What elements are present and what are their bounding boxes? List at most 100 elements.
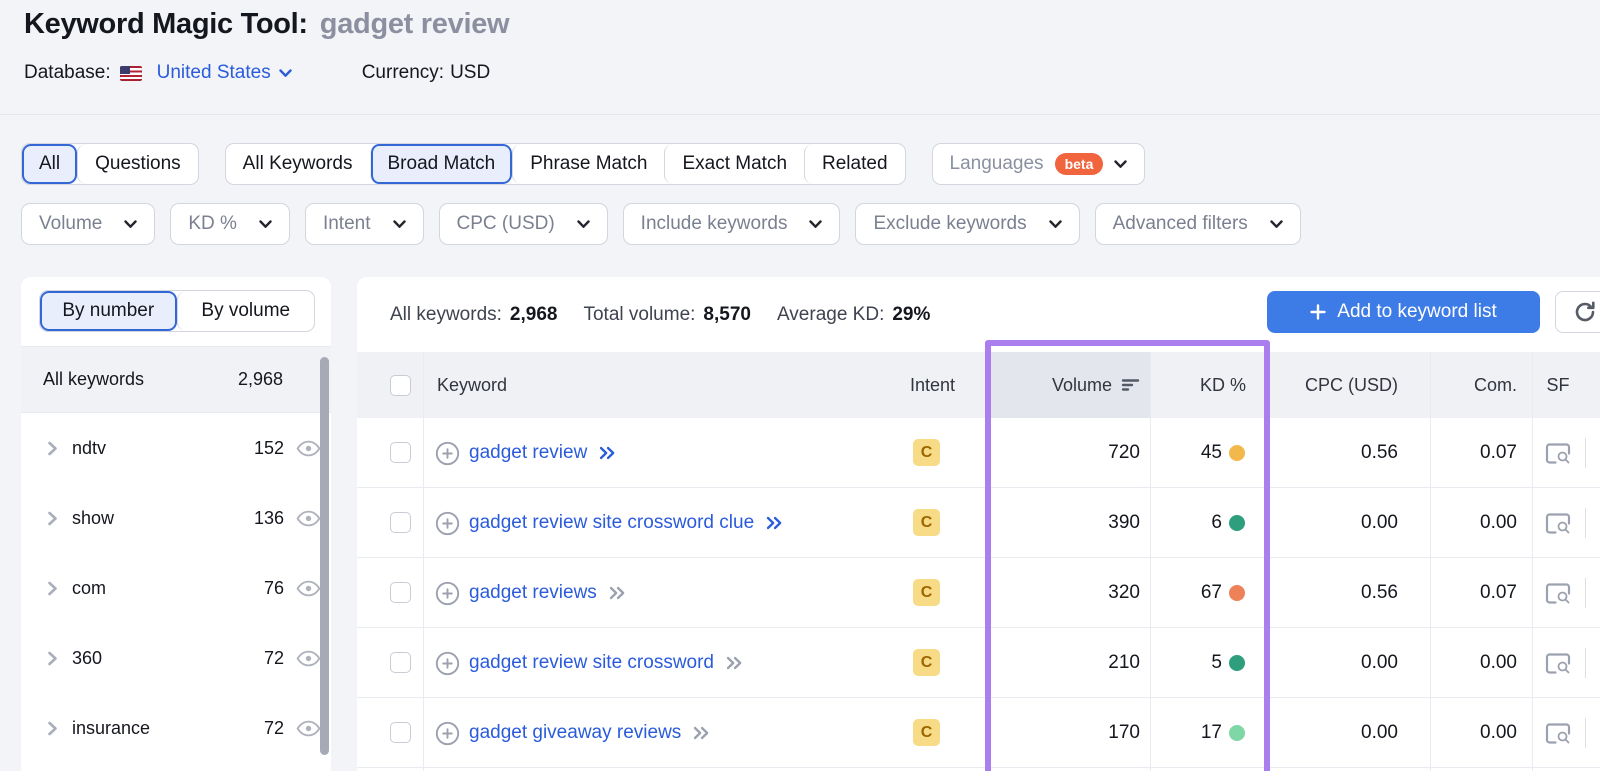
tab-exact-match[interactable]: Exact Match bbox=[664, 144, 804, 184]
add-keyword-icon[interactable] bbox=[435, 581, 460, 606]
column-header-sf[interactable]: SF bbox=[1537, 352, 1579, 418]
drilldown-arrows-icon[interactable] bbox=[766, 516, 783, 530]
keyword-link[interactable]: gadget reviews bbox=[469, 582, 597, 604]
stat-average-kd-label: Average KD: bbox=[776, 303, 885, 325]
filter-intent[interactable]: Intent bbox=[304, 203, 424, 245]
sidebar-group-ndtv[interactable]: ndtv 152 bbox=[21, 413, 331, 483]
filter-label: Exclude keywords bbox=[873, 213, 1027, 234]
tab-phrase-match[interactable]: Phrase Match bbox=[512, 144, 664, 184]
kd-value: 17 bbox=[1200, 722, 1222, 743]
sidebar-group-insurance[interactable]: insurance 72 bbox=[21, 693, 331, 763]
add-keyword-icon[interactable] bbox=[435, 441, 460, 466]
sidebar-scrollbar[interactable] bbox=[320, 357, 329, 755]
sidebar-group-show[interactable]: show 136 bbox=[21, 483, 331, 553]
row-checkbox[interactable] bbox=[390, 582, 411, 603]
filter-advanced-filters[interactable]: Advanced filters bbox=[1094, 203, 1301, 245]
eye-icon[interactable] bbox=[296, 720, 321, 737]
keywords-table-card: All keywords: 2,968 Total volume: 8,570 … bbox=[357, 277, 1600, 771]
database-selector[interactable]: United States bbox=[111, 62, 292, 84]
sidebar-toggle-by-volume[interactable]: By volume bbox=[176, 291, 315, 331]
sidebar-all-keywords-row[interactable]: All keywords 2,968 bbox=[21, 347, 331, 413]
com-value: 0.00 bbox=[1480, 512, 1517, 533]
serp-features-icon[interactable] bbox=[1545, 512, 1571, 535]
eye-icon[interactable] bbox=[296, 510, 321, 527]
table-body: gadget review C 720 45 0.56 0.07 gadget review… bbox=[357, 418, 1600, 768]
tab-related[interactable]: Related bbox=[804, 144, 905, 184]
sidebar-group-360[interactable]: 360 72 bbox=[21, 623, 331, 693]
keyword-link[interactable]: gadget giveaway reviews bbox=[469, 722, 681, 744]
sidebar-group-com[interactable]: com 76 bbox=[21, 553, 331, 623]
database-currency-row: Database: United States Currency: USD bbox=[24, 62, 490, 84]
group-name: show bbox=[72, 507, 115, 528]
eye-icon[interactable] bbox=[296, 650, 321, 667]
keyword-cell: gadget review bbox=[435, 418, 616, 488]
tab-all[interactable]: All bbox=[22, 144, 78, 184]
chevron-right-icon bbox=[47, 721, 58, 736]
group-count: 76 bbox=[263, 577, 284, 598]
drilldown-arrows-icon[interactable] bbox=[693, 726, 710, 740]
row-end-divider bbox=[1585, 508, 1586, 538]
column-header-kd[interactable]: KD % bbox=[1150, 352, 1246, 418]
tab-questions[interactable]: Questions bbox=[77, 144, 198, 184]
tab-broad-match[interactable]: Broad Match bbox=[369, 144, 513, 184]
filter-include-keywords[interactable]: Include keywords bbox=[622, 203, 841, 245]
keyword-cell: gadget review site crossword bbox=[435, 628, 743, 698]
drilldown-arrows-icon[interactable] bbox=[599, 446, 616, 460]
database-value: United States bbox=[156, 62, 271, 83]
column-header-volume[interactable]: Volume bbox=[990, 352, 1150, 418]
group-count: 152 bbox=[253, 437, 284, 458]
serp-features-icon[interactable] bbox=[1545, 722, 1571, 745]
keyword-link[interactable]: gadget review site crossword clue bbox=[469, 512, 754, 534]
add-keyword-icon[interactable] bbox=[435, 511, 460, 536]
select-all-checkbox[interactable] bbox=[390, 375, 411, 396]
tab-all-keywords[interactable]: All Keywords bbox=[226, 144, 370, 184]
keyword-cell: gadget giveaway reviews bbox=[435, 698, 710, 768]
page-title-query: gadget review bbox=[319, 8, 510, 40]
keyword-cell: gadget reviews bbox=[435, 558, 626, 628]
group-name: com bbox=[72, 577, 107, 598]
row-end-divider bbox=[1585, 718, 1586, 748]
keyword-link[interactable]: gadget review site crossword bbox=[469, 652, 714, 674]
keyword-link[interactable]: gadget review bbox=[469, 442, 587, 464]
column-header-volume-label: Volume bbox=[1051, 374, 1112, 395]
languages-dropdown[interactable]: Languages beta bbox=[931, 143, 1146, 185]
all-keywords-label: All keywords bbox=[43, 369, 145, 389]
stat-total-volume-value: 8,570 bbox=[703, 303, 751, 325]
serp-features-icon[interactable] bbox=[1545, 442, 1571, 465]
sidebar-toggle-by-number[interactable]: By number bbox=[40, 291, 177, 331]
column-header-intent[interactable]: Intent bbox=[877, 352, 955, 418]
match-type-tabs-row: All Questions All Keywords Broad Match Phra… bbox=[21, 143, 1146, 185]
serp-features-icon[interactable] bbox=[1545, 582, 1571, 605]
group-count: 136 bbox=[253, 507, 284, 528]
stat-all-keywords: All keywords: 2,968 bbox=[390, 304, 557, 326]
add-keyword-icon[interactable] bbox=[435, 721, 460, 746]
group-count: 72 bbox=[263, 717, 284, 738]
chevron-down-icon bbox=[392, 219, 406, 229]
column-header-com[interactable]: Com. bbox=[1437, 352, 1517, 418]
add-keyword-icon[interactable] bbox=[435, 651, 460, 676]
filter-exclude-keywords[interactable]: Exclude keywords bbox=[855, 203, 1080, 245]
eye-icon[interactable] bbox=[296, 440, 321, 457]
column-header-keyword[interactable]: Keyword bbox=[437, 352, 507, 418]
serp-features-icon[interactable] bbox=[1545, 652, 1571, 675]
column-header-cpc[interactable]: CPC (USD) bbox=[1257, 352, 1398, 418]
filter-volume[interactable]: Volume bbox=[21, 203, 156, 245]
drilldown-arrows-icon[interactable] bbox=[726, 656, 743, 670]
cpc-value: 0.00 bbox=[1361, 722, 1398, 743]
filter-kd[interactable]: KD % bbox=[170, 203, 290, 245]
sidebar-sort-toggle: By number By volume bbox=[39, 290, 315, 332]
keyword-groups-list: ndtv 152 show 136 com 76 360 72 insurance 72 bbox=[21, 413, 331, 763]
row-checkbox[interactable] bbox=[390, 722, 411, 743]
eye-icon[interactable] bbox=[296, 580, 321, 597]
row-end-divider bbox=[1585, 578, 1586, 608]
row-checkbox[interactable] bbox=[390, 442, 411, 463]
row-checkbox[interactable] bbox=[390, 512, 411, 533]
add-to-keyword-list-button[interactable]: Add to keyword list bbox=[1267, 291, 1540, 333]
drilldown-arrows-icon[interactable] bbox=[609, 586, 626, 600]
row-end-divider bbox=[1585, 438, 1586, 468]
refresh-button[interactable] bbox=[1555, 291, 1600, 333]
filter-cpc-usd[interactable]: CPC (USD) bbox=[438, 203, 608, 245]
intent-badge: C bbox=[913, 439, 940, 466]
com-value: 0.00 bbox=[1480, 722, 1517, 743]
row-checkbox[interactable] bbox=[390, 652, 411, 673]
